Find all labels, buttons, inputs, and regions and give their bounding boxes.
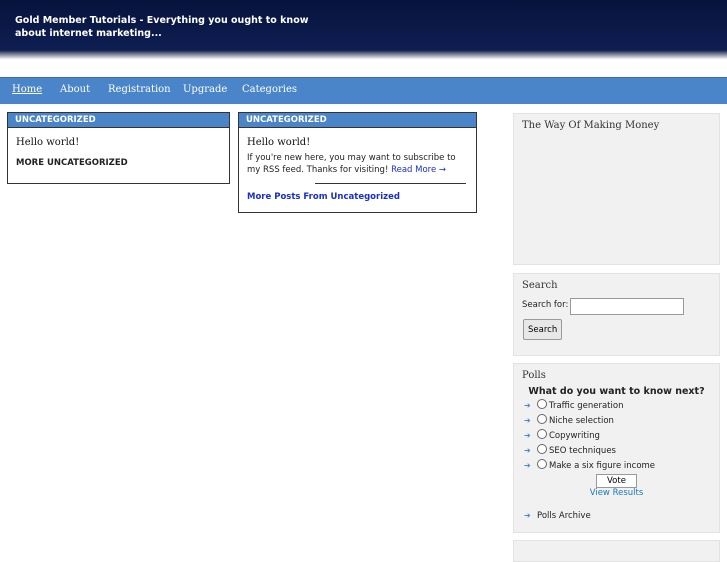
next-widget <box>513 540 720 562</box>
post-category-header[interactable]: UNCATEGORIZED <box>239 113 476 128</box>
nav-categories[interactable]: Categories <box>242 84 297 95</box>
site-title[interactable]: Gold Member Tutorials - Everything you o… <box>15 14 335 40</box>
post-card-1: UNCATEGORIZED Hello world! MORE UNCATEGO… <box>7 112 230 184</box>
post-excerpt: If you're new here, you may want to subs… <box>247 152 469 176</box>
radio-button[interactable] <box>537 429 547 439</box>
main-nav: Home About Registration Upgrade Categori… <box>0 77 727 104</box>
post-card-2: UNCATEGORIZED Hello world! If you're new… <box>238 112 477 213</box>
read-more-link[interactable]: Read More → <box>391 165 446 175</box>
poll-option[interactable]: ➔ SEO techniques <box>524 444 616 458</box>
arrow-bullet-icon: ➔ <box>524 461 531 470</box>
search-button[interactable]: Search <box>523 319 563 340</box>
post-category-header[interactable]: UNCATEGORIZED <box>8 113 229 128</box>
nav-upgrade[interactable]: Upgrade <box>183 84 227 95</box>
nav-home[interactable]: Home <box>12 84 42 95</box>
arrow-bullet-icon: ➔ <box>524 431 531 440</box>
poll-question: What do you want to know next? <box>528 386 705 397</box>
more-category-link[interactable]: MORE UNCATEGORIZED <box>16 158 128 168</box>
nav-about[interactable]: About <box>60 84 90 95</box>
radio-button[interactable] <box>537 414 547 424</box>
poll-option[interactable]: ➔ Niche selection <box>524 414 614 428</box>
arrow-bullet-icon: ➔ <box>524 511 531 520</box>
radio-button[interactable] <box>537 459 547 469</box>
poll-option-label: Make a six figure income <box>549 461 656 471</box>
more-posts-link[interactable]: More Posts From Uncategorized <box>247 192 400 202</box>
polls-archive-link[interactable]: Polls Archive <box>537 511 591 521</box>
divider <box>315 183 466 184</box>
poll-option-label: Niche selection <box>549 416 614 426</box>
post-title[interactable]: Hello world! <box>16 137 79 148</box>
ad-widget: The Way Of Making Money <box>513 113 720 265</box>
site-header: Gold Member Tutorials - Everything you o… <box>0 0 727 51</box>
search-label: Search for: <box>522 300 569 310</box>
arrow-bullet-icon: ➔ <box>524 446 531 455</box>
nav-registration[interactable]: Registration <box>108 84 171 95</box>
arrow-bullet-icon: ➔ <box>524 416 531 425</box>
view-results-link[interactable]: View Results <box>514 488 719 498</box>
polls-widget: Polls What do you want to know next? ➔ Tr… <box>513 363 720 533</box>
poll-option[interactable]: ➔ Copywriting <box>524 429 600 443</box>
radio-button[interactable] <box>537 399 547 409</box>
arrow-bullet-icon: ➔ <box>524 401 531 410</box>
poll-option[interactable]: ➔ Make a six figure income <box>524 459 655 473</box>
ad-widget-title: The Way Of Making Money <box>522 120 660 131</box>
search-widget: Search Search for: Search <box>513 273 720 356</box>
vote-button[interactable]: Vote <box>596 474 637 488</box>
poll-option-label: Copywriting <box>549 431 600 441</box>
post-title[interactable]: Hello world! <box>247 137 310 148</box>
search-input[interactable] <box>570 298 684 315</box>
polls-archive-item[interactable]: ➔ Polls Archive <box>524 509 591 523</box>
radio-button[interactable] <box>537 444 547 454</box>
poll-option-label: SEO techniques <box>549 446 616 456</box>
search-widget-title: Search <box>522 280 558 291</box>
poll-option-label: Traffic generation <box>549 401 624 411</box>
poll-option[interactable]: ➔ Traffic generation <box>524 399 623 413</box>
polls-widget-title: Polls <box>522 370 546 381</box>
header-banner <box>0 50 727 77</box>
